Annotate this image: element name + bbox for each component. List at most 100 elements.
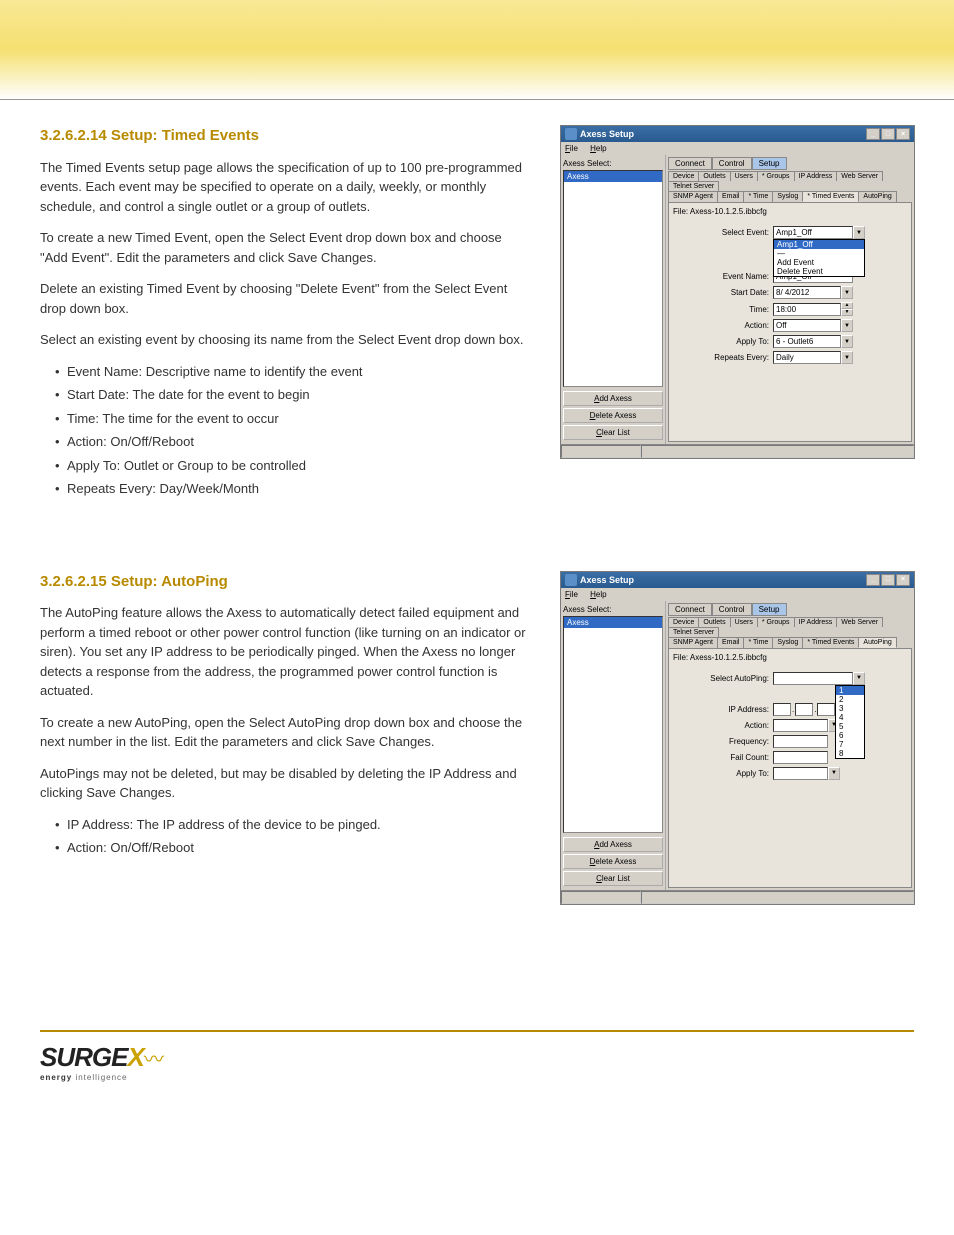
delete-axess-button[interactable]: Delete Axess — [563, 408, 663, 423]
applyto-select[interactable]: 6 - Outlet6 — [773, 335, 841, 348]
time-spinner[interactable]: ▲ ▼ — [841, 302, 853, 316]
dropdown-item-1[interactable]: 1 — [836, 686, 864, 695]
dropdown-item-8[interactable]: 8 — [836, 749, 864, 758]
chevron-down-icon[interactable]: ▼ — [828, 767, 840, 780]
cfg-tab-autoping[interactable]: AutoPing — [858, 191, 896, 202]
cfg-tab-telnet[interactable]: Telnet Server — [668, 181, 719, 191]
add-axess-button[interactable]: Add Axess — [563, 391, 663, 406]
close-button[interactable]: × — [896, 128, 910, 140]
close-button[interactable]: × — [896, 574, 910, 586]
cfg-tab-users[interactable]: Users — [730, 617, 758, 627]
delete-axess-button[interactable]: Delete Axess — [563, 854, 663, 869]
ap-action-select[interactable] — [773, 719, 828, 732]
tab-setup[interactable]: Setup — [752, 157, 787, 170]
window-title: Axess Setup — [580, 575, 866, 585]
tab-control[interactable]: Control — [712, 603, 752, 616]
select-event-value[interactable]: Amp1_Off — [773, 226, 853, 239]
axess-list-item[interactable]: Axess — [564, 171, 662, 182]
cfg-tab-snmp[interactable]: SNMP Agent — [668, 637, 718, 648]
tab-connect[interactable]: Connect — [668, 603, 712, 616]
repeats-select[interactable]: Daily — [773, 351, 841, 364]
file-path-label: File: Axess-10.1.2.5.ibbcfg — [673, 207, 907, 216]
cfg-tab-webserver[interactable]: Web Server — [836, 617, 883, 627]
ip-octet-1[interactable] — [773, 703, 791, 716]
time-input[interactable]: 18:00 — [773, 303, 841, 316]
cfg-tab-autoping[interactable]: AutoPing — [858, 637, 896, 648]
maximize-button[interactable]: □ — [881, 128, 895, 140]
file-path-label: File: Axess-10.1.2.5.ibbcfg — [673, 653, 907, 662]
tab-control[interactable]: Control — [712, 157, 752, 170]
cfg-tab-groups[interactable]: * Groups — [757, 617, 795, 627]
cfg-tab-email[interactable]: Email — [717, 191, 745, 202]
spin-down-icon[interactable]: ▼ — [841, 309, 853, 316]
maximize-button[interactable]: □ — [881, 574, 895, 586]
cfg-tab-snmp[interactable]: SNMP Agent — [668, 191, 718, 202]
ap-applyto-select[interactable] — [773, 767, 828, 780]
add-axess-button[interactable]: Add Axess — [563, 837, 663, 852]
start-date-input[interactable]: 8/ 4/2012 — [773, 286, 841, 299]
axess-list[interactable]: Axess — [563, 616, 663, 833]
tab-connect[interactable]: Connect — [668, 157, 712, 170]
dropdown-item-5[interactable]: 5 — [836, 722, 864, 731]
dropdown-item-7[interactable]: 7 — [836, 740, 864, 749]
frequency-input[interactable] — [773, 735, 828, 748]
cfg-tab-webserver[interactable]: Web Server — [836, 171, 883, 181]
cfg-tab-time[interactable]: * Time — [743, 637, 773, 648]
dropdown-item-4[interactable]: 4 — [836, 713, 864, 722]
chevron-down-icon[interactable]: ▼ — [841, 319, 853, 332]
dropdown-item-6[interactable]: 6 — [836, 731, 864, 740]
menu-file[interactable]: File — [565, 144, 578, 153]
chevron-down-icon[interactable]: ▼ — [853, 226, 865, 239]
window-title: Axess Setup — [580, 129, 866, 139]
window-titlebar[interactable]: Axess Setup _ □ × — [561, 572, 914, 588]
cfg-tab-outlets[interactable]: Outlets — [698, 171, 730, 181]
dropdown-item-2[interactable]: 2 — [836, 695, 864, 704]
tab-setup[interactable]: Setup — [752, 603, 787, 616]
ap-para-0: The AutoPing feature allows the Axess to… — [40, 603, 530, 701]
repeats-label: Repeats Every: — [703, 353, 773, 362]
window-titlebar[interactable]: Axess Setup _ □ × — [561, 126, 914, 142]
cfg-tab-ipaddress[interactable]: IP Address — [794, 171, 838, 181]
menu-help[interactable]: Help — [590, 144, 606, 153]
dropdown-item-selected[interactable]: Amp1_Off — [774, 240, 864, 249]
cfg-tab-users[interactable]: Users — [730, 171, 758, 181]
menu-help[interactable]: Help — [590, 590, 606, 599]
select-event-dropdown[interactable]: Amp1_Off — Add Event Delete Event — [773, 239, 865, 277]
spin-up-icon[interactable]: ▲ — [841, 302, 853, 309]
minimize-button[interactable]: _ — [866, 128, 880, 140]
clear-list-button[interactable]: Clear List — [563, 871, 663, 886]
cfg-tab-groups[interactable]: * Groups — [757, 171, 795, 181]
chevron-down-icon[interactable]: ▼ — [853, 672, 865, 685]
cfg-tab-ipaddress[interactable]: IP Address — [794, 617, 838, 627]
cfg-tab-email[interactable]: Email — [717, 637, 745, 648]
failcount-input[interactable] — [773, 751, 828, 764]
cfg-tab-outlets[interactable]: Outlets — [698, 617, 730, 627]
select-autoping-value[interactable] — [773, 672, 853, 685]
cfg-tab-device[interactable]: Device — [668, 171, 699, 181]
select-autoping-label: Select AutoPing: — [703, 674, 773, 683]
ip-octet-2[interactable] — [795, 703, 813, 716]
minimize-button[interactable]: _ — [866, 574, 880, 586]
cfg-tab-telnet[interactable]: Telnet Server — [668, 627, 719, 637]
chevron-down-icon[interactable]: ▼ — [841, 351, 853, 364]
cfg-tab-time[interactable]: * Time — [743, 191, 773, 202]
action-select[interactable]: Off — [773, 319, 841, 332]
dropdown-item-3[interactable]: 3 — [836, 704, 864, 713]
dropdown-item-add[interactable]: Add Event — [774, 258, 864, 267]
cfg-tab-device[interactable]: Device — [668, 617, 699, 627]
cfg-tab-timedevents[interactable]: * Timed Events — [802, 191, 859, 202]
cfg-tab-timedevents[interactable]: * Timed Events — [802, 637, 859, 648]
swoosh-icon: 〰 — [144, 1049, 164, 1071]
chevron-down-icon[interactable]: ▼ — [841, 335, 853, 348]
cfg-tab-syslog[interactable]: Syslog — [772, 191, 803, 202]
ip-octet-3[interactable] — [817, 703, 835, 716]
select-autoping-dropdown[interactable]: 1 2 3 4 5 6 7 8 — [835, 685, 865, 759]
clear-list-button[interactable]: Clear List — [563, 425, 663, 440]
chevron-down-icon[interactable]: ▼ — [841, 286, 853, 299]
dropdown-item-delete[interactable]: Delete Event — [774, 267, 864, 276]
surgex-logo: SURGEX〰 energy intelligence — [40, 1042, 164, 1082]
axess-list-item[interactable]: Axess — [564, 617, 662, 628]
axess-list[interactable]: Axess — [563, 170, 663, 387]
cfg-tab-syslog[interactable]: Syslog — [772, 637, 803, 648]
menu-file[interactable]: File — [565, 590, 578, 599]
